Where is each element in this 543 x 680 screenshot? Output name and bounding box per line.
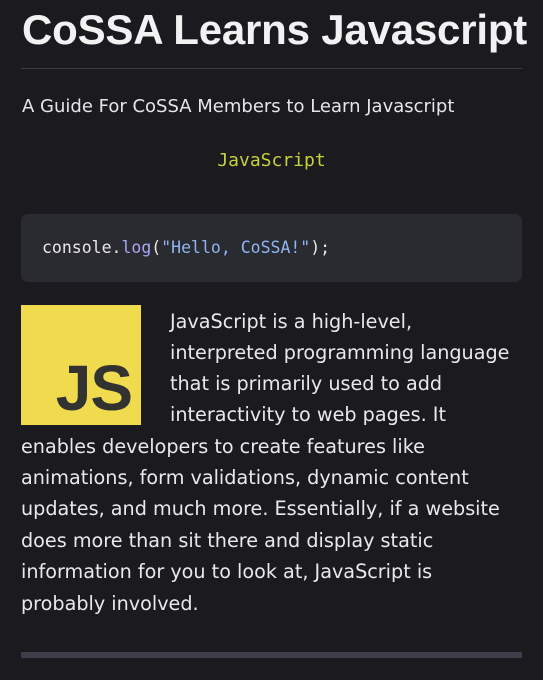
- page-subtitle: A Guide For CoSSA Members to Learn Javas…: [22, 96, 455, 117]
- description-line: updates, and much more. Essentially, if …: [21, 497, 500, 520]
- code-block: console.log("Hello, CoSSA!");: [21, 214, 522, 282]
- javascript-logo-icon: JS: [21, 305, 141, 425]
- description-line: interactivity to web pages. It: [170, 403, 446, 426]
- description-line: animations, form validations, dynamic co…: [21, 466, 469, 489]
- page: CoSSA Learns Javascript A Guide For CoSS…: [0, 0, 543, 680]
- description-line: that is primarily used to add: [170, 372, 443, 395]
- description-line: JavaScript is a high-level,: [170, 310, 413, 333]
- description-line: does more than sit there and display sta…: [21, 529, 434, 552]
- code-object: console: [42, 238, 112, 257]
- page-title: CoSSA Learns Javascript: [22, 6, 528, 53]
- title-divider: [21, 68, 522, 69]
- code-close: );: [310, 238, 331, 257]
- description-line: information for you to look at, JavaScri…: [21, 560, 433, 583]
- code-method: log: [121, 238, 152, 257]
- description-line: probably involved.: [21, 592, 199, 615]
- javascript-logo-text: JS: [55, 352, 133, 424]
- language-label: JavaScript: [217, 150, 326, 171]
- code-string: "Hello, CoSSA!": [161, 238, 311, 257]
- code-open-paren: (: [151, 238, 162, 257]
- description-line: interpreted programming language: [170, 341, 510, 364]
- code-dot: .: [111, 238, 122, 257]
- description-line: enables developers to create features li…: [21, 435, 425, 458]
- next-section-bar: [21, 652, 522, 658]
